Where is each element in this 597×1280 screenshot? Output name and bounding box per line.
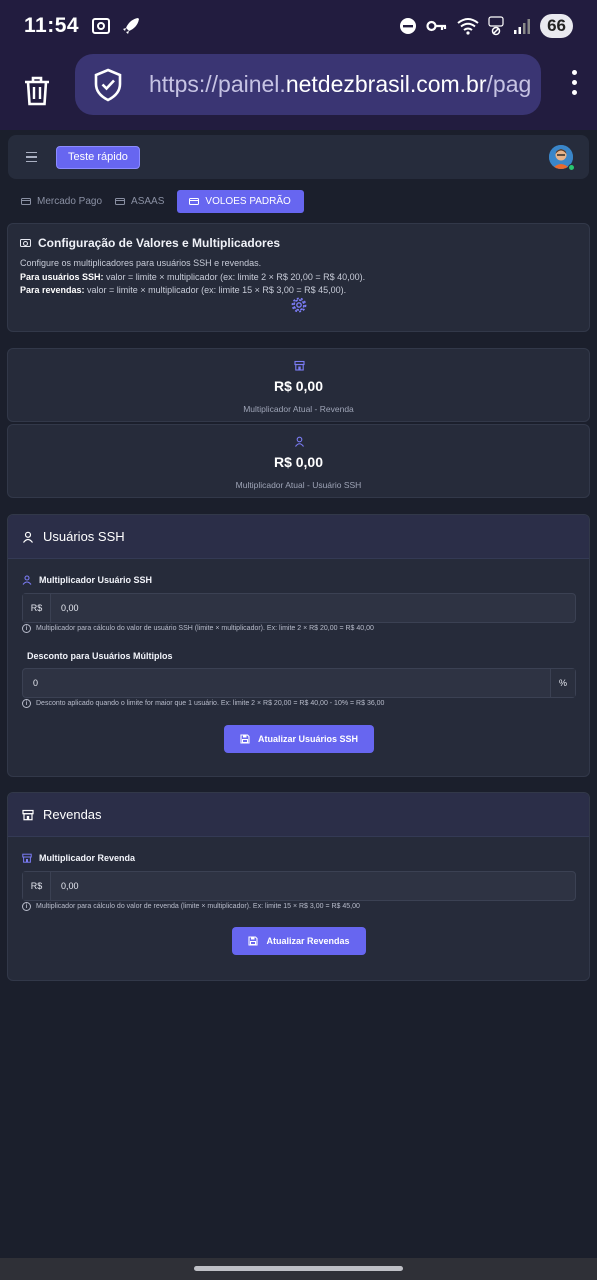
stat-card-ssh: R$ 0,00 Multiplicador Atual - Usuário SS… [7,424,590,498]
shield-check-icon [94,68,122,101]
stat-value-ssh: R$ 0,00 [273,454,324,470]
top-navbar: Teste rápido [8,135,589,179]
money-icon [20,239,31,247]
stat-label-revenda: Multiplicador Atual - Revenda [243,404,354,414]
user-icon [22,575,32,585]
reseller-multiplier-hint: i Multiplicador para cálculo do valor de… [22,902,360,911]
wifi-icon [457,18,479,35]
reseller-multiplier-label: Multiplicador Revenda [22,853,135,863]
save-icon [248,936,259,946]
store-icon [294,358,305,376]
system-navigation-bar [0,1258,597,1280]
signal-icon [514,19,531,34]
ssh-section-header: Usuários SSH [8,515,589,559]
rocket-icon [123,18,140,34]
reseller-multiplier-input[interactable]: R$ 0,00 [22,871,576,901]
status-bar: 11:54 66 [0,0,597,52]
do-not-disturb-icon [400,18,417,34]
resellers-section-header: Revendas [8,793,589,837]
info-icon: i [22,624,31,633]
key-icon [426,20,447,32]
stat-label-ssh: Multiplicador Atual - Usuário SSH [235,480,362,490]
battery-indicator: 66 [540,14,573,38]
stat-card-revenda: R$ 0,00 Multiplicador Atual - Revenda [7,348,590,422]
discount-value: 0 [33,678,39,688]
page-content: Teste rápido Mercado Pago ASAAS VOLOES P… [0,130,597,1258]
home-gesture-handle[interactable] [194,1266,403,1271]
tab-asaas[interactable]: ASAAS [112,190,174,213]
ssh-multiplier-input[interactable]: R$ 0,00 [22,593,576,623]
info-icon: i [22,902,31,911]
update-resellers-button[interactable]: Atualizar Revendas [232,927,366,955]
user-icon [294,434,305,452]
config-info-card: Configuração de Valores e Multiplicadore… [7,223,590,332]
browser-menu-button[interactable] [572,70,577,95]
user-icon [23,531,33,543]
ssh-multiplier-value: 0,00 [61,603,79,613]
url-text: https://painel.netdezbrasil.com.br/pag [149,71,532,97]
resellers-section: Revendas Multiplicador Revenda R$ 0,00 i… [7,792,590,981]
browser-toolbar: https://painel.netdezbrasil.com.br/pag [0,52,597,130]
settings-gear-button[interactable] [291,297,307,318]
url-bar[interactable]: https://painel.netdezbrasil.com.br/pag [75,54,541,115]
quick-test-button[interactable]: Teste rápido [56,145,140,169]
discount-label: Desconto para Usuários Múltiplos [27,651,173,661]
trash-icon [25,76,49,106]
mobile-data-icon [488,16,504,36]
screenshot-icon [92,18,111,34]
credit-card-icon [115,197,126,205]
discount-input[interactable]: 0 % [22,668,576,698]
reseller-multiplier-value: 0,00 [61,881,79,891]
payment-tabs: Mercado Pago ASAAS VOLOES PADRÃO [18,189,304,213]
menu-icon[interactable] [26,151,37,163]
ssh-multiplier-label: Multiplicador Usuário SSH [22,575,152,585]
online-status-dot [568,164,575,171]
save-icon [240,734,250,744]
ssh-users-section: Usuários SSH Multiplicador Usuário SSH R… [7,514,590,777]
ssh-multiplier-hint: i Multiplicador para cálculo do valor de… [22,624,374,633]
credit-card-icon [189,197,200,205]
config-description: Configure os multiplicadores para usuári… [20,258,366,295]
stat-value-revenda: R$ 0,00 [273,378,324,394]
update-ssh-users-button[interactable]: Atualizar Usuários SSH [224,725,374,753]
info-icon: i [22,699,31,708]
store-icon [22,853,32,863]
tab-mercado-pago[interactable]: Mercado Pago [18,190,112,213]
config-title: Configuração de Valores e Multiplicadore… [20,236,577,250]
clock: 11:54 [24,14,80,37]
site-security-button[interactable] [77,68,139,102]
currency-prefix: R$ [23,594,51,622]
tab-valores-padrao[interactable]: VOLOES PADRÃO [177,189,304,213]
percent-suffix: % [550,669,575,697]
credit-card-icon [21,197,31,205]
gear-icon [291,297,307,313]
store-icon [22,809,34,820]
discount-hint: i Desconto aplicado quando o limite for … [22,699,384,708]
currency-prefix: R$ [23,872,51,900]
delete-tab-button[interactable] [0,75,74,107]
